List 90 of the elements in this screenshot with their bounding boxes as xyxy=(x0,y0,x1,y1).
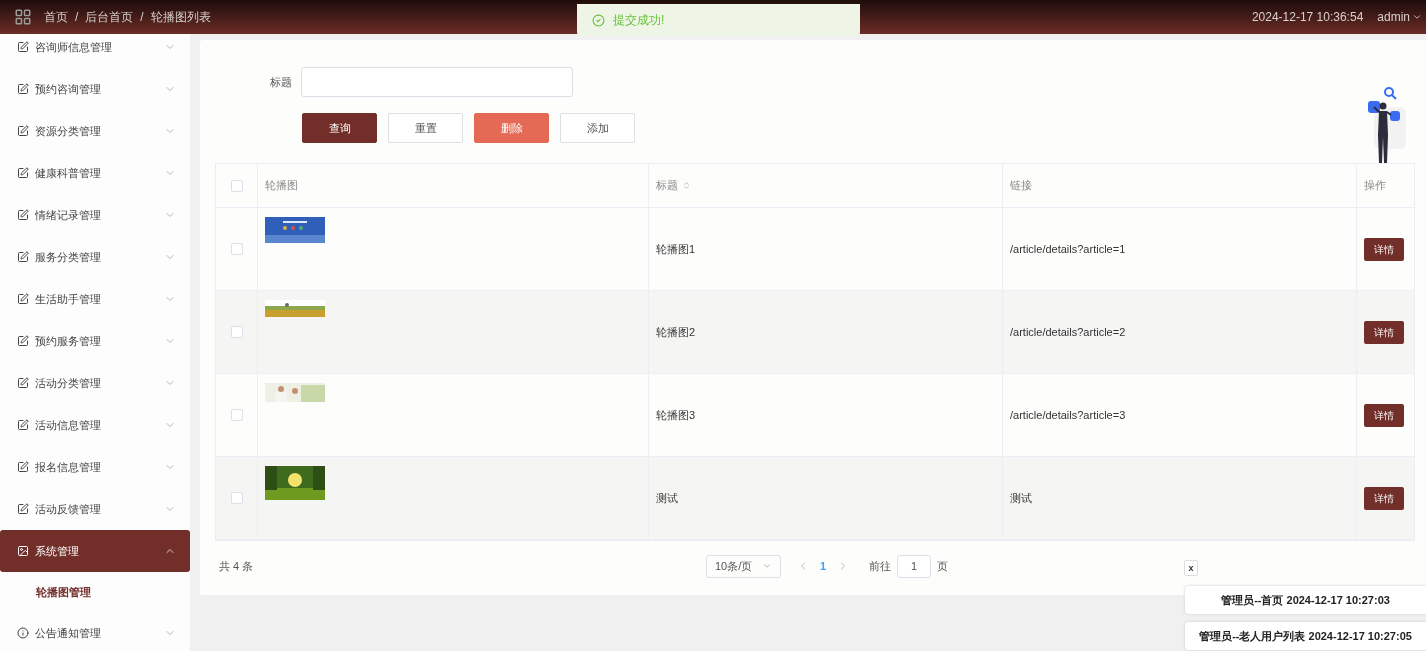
goto-suffix: 页 xyxy=(937,558,949,574)
breadcrumb-link[interactable]: 后台首页 xyxy=(85,8,134,26)
table-cell-text: /article/details?article=2 xyxy=(1010,324,1126,340)
menu-icon xyxy=(17,377,29,389)
checkbox[interactable] xyxy=(230,409,243,421)
menu-icon xyxy=(17,41,29,53)
menu-label: 情绪记录管理 xyxy=(35,207,102,223)
details-button[interactable]: 详情 xyxy=(1364,320,1404,344)
column-header: 操作 xyxy=(1364,178,1386,194)
sidebar-item[interactable]: 生活助手管理 xyxy=(0,278,190,320)
details-button[interactable]: 详情 xyxy=(1364,403,1404,427)
toast-message: 提交成功! xyxy=(613,12,665,29)
checkbox[interactable] xyxy=(230,492,243,504)
submenu-item[interactable]: 轮播图管理 xyxy=(0,572,190,612)
sort-icon xyxy=(682,181,691,190)
menu-label: 咨询师信息管理 xyxy=(35,39,113,55)
menu-label: 生活助手管理 xyxy=(35,291,102,307)
breadcrumb-separator: / xyxy=(140,9,144,26)
menu-label: 预约服务管理 xyxy=(35,333,102,349)
menu-label: 公告通知管理 xyxy=(35,625,102,641)
menu-icon xyxy=(17,503,29,515)
checkbox[interactable] xyxy=(230,326,243,338)
success-icon xyxy=(592,13,605,27)
column-header: 链接 xyxy=(1010,178,1032,194)
user-menu[interactable]: admin xyxy=(1377,8,1422,26)
breadcrumb-link[interactable]: 轮播图列表 xyxy=(150,8,211,26)
menu-icon xyxy=(17,545,29,557)
page-size-select[interactable]: 10条/页 xyxy=(706,554,781,578)
table-cell-text: 测试 xyxy=(656,490,678,506)
sidebar-item[interactable]: 系统管理 xyxy=(0,530,190,572)
menu-icon xyxy=(17,335,29,347)
menu-label: 报名信息管理 xyxy=(35,459,102,475)
menu-icon xyxy=(17,461,29,473)
column-header: 标题 xyxy=(656,178,678,194)
field-label: 标题 xyxy=(270,74,292,90)
sidebar-item[interactable]: 活动信息管理 xyxy=(0,404,190,446)
menu-icon xyxy=(17,419,29,431)
table-cell-text: 轮播图1 xyxy=(656,241,696,257)
menu-label: 活动反馈管理 xyxy=(35,501,102,517)
sidebar-item[interactable]: 活动反馈管理 xyxy=(0,488,190,530)
breadcrumb-separator: / xyxy=(75,9,79,26)
sidebar-item[interactable]: 健康科普管理 xyxy=(0,152,190,194)
sidebar-item[interactable]: 报名信息管理 xyxy=(0,446,190,488)
total-count: 共 4 条 xyxy=(218,558,255,574)
sidebar-item[interactable]: 咨询师信息管理 xyxy=(0,34,190,68)
datetime: 2024-12-17 10:36:54 xyxy=(1251,9,1364,26)
sidebar-item[interactable]: 活动分类管理 xyxy=(0,362,190,404)
notification: 管理员--老人用户列表 2024-12-17 10:27:05 xyxy=(1185,622,1426,650)
checkbox[interactable] xyxy=(230,243,243,255)
close-button[interactable]: x xyxy=(1184,560,1198,576)
action-button[interactable]: 查询 xyxy=(302,113,377,143)
sidebar-item[interactable]: 情绪记录管理 xyxy=(0,194,190,236)
sidebar-item[interactable]: 服务分类管理 xyxy=(0,236,190,278)
menu-icon xyxy=(17,125,29,137)
menu-label: 服务分类管理 xyxy=(35,249,102,265)
menu-label: 活动信息管理 xyxy=(35,417,102,433)
menu-icon xyxy=(17,251,29,263)
sidebar-item[interactable]: 资源分类管理 xyxy=(0,110,190,152)
menu-icon xyxy=(17,167,29,179)
menu-label: 系统管理 xyxy=(35,543,80,559)
menu-label: 资源分类管理 xyxy=(35,123,102,139)
column-header: 轮播图 xyxy=(265,178,298,194)
table-cell-text: 轮播图3 xyxy=(656,407,696,423)
menu-label: 健康科普管理 xyxy=(35,165,102,181)
menu-label: 预约咨询管理 xyxy=(35,81,102,97)
menu-icon xyxy=(17,627,29,639)
menu-icon xyxy=(17,209,29,221)
details-button[interactable]: 详情 xyxy=(1364,486,1404,510)
details-button[interactable]: 详情 xyxy=(1364,237,1404,261)
breadcrumb-link[interactable]: 首页 xyxy=(44,8,68,26)
caret-icon xyxy=(1412,12,1422,22)
checkbox[interactable] xyxy=(230,179,243,192)
table-cell-text: 轮播图2 xyxy=(656,324,696,340)
action-button[interactable]: 添加 xyxy=(560,113,635,143)
menu-label: 活动分类管理 xyxy=(35,375,102,391)
caret-icon xyxy=(762,561,772,571)
menu-icon xyxy=(17,83,29,95)
table-cell-text: 测试 xyxy=(1010,490,1032,506)
goto-label: 前往 xyxy=(869,558,892,574)
sidebar-item[interactable]: 预约咨询管理 xyxy=(0,68,190,110)
table-cell-text: /article/details?article=1 xyxy=(1010,241,1126,257)
sidebar-item[interactable]: 公告通知管理 xyxy=(0,612,190,651)
sidebar-item[interactable]: 预约服务管理 xyxy=(0,320,190,362)
menu-icon xyxy=(17,293,29,305)
table-cell-text: /article/details?article=3 xyxy=(1010,407,1126,423)
grid-icon[interactable] xyxy=(14,8,32,26)
title-input[interactable] xyxy=(301,67,573,97)
notification: 管理员--首页 2024-12-17 10:27:03 xyxy=(1185,586,1426,614)
action-button[interactable]: 重置 xyxy=(388,113,463,143)
goto-field[interactable]: 1 xyxy=(897,554,932,578)
